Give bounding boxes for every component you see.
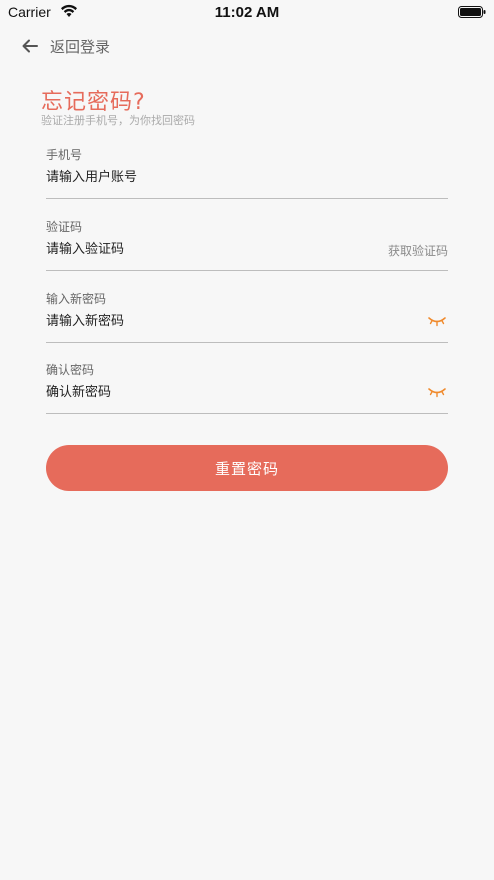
page-subtitle: 验证注册手机号，为你找回密码	[41, 114, 195, 127]
eye-closed-icon[interactable]	[428, 315, 446, 327]
get-code-button[interactable]: 获取验证码	[388, 242, 448, 259]
confirm-password-field: 确认密码	[46, 361, 448, 414]
arrow-left-icon	[22, 39, 38, 53]
new-password-label: 输入新密码	[46, 292, 107, 306]
status-bar: Carrier 11:02 AM	[0, 0, 494, 24]
new-password-field: 输入新密码	[46, 290, 448, 343]
confirm-password-input[interactable]	[46, 381, 366, 403]
phone-input[interactable]	[46, 166, 366, 188]
battery-icon	[458, 6, 486, 18]
status-time: 11:02 AM	[214, 4, 280, 21]
new-password-input[interactable]	[46, 310, 366, 332]
forgot-password-screen: Carrier 11:02 AM 返回登录 忘记密码? 验证注册手机号，为你找回…	[0, 0, 494, 880]
eye-closed-icon[interactable]	[428, 386, 446, 398]
reset-password-button[interactable]: 重置密码	[46, 445, 448, 491]
code-field: 验证码 获取验证码	[46, 218, 448, 271]
confirm-password-label: 确认密码	[46, 363, 95, 377]
phone-label: 手机号	[46, 148, 83, 162]
back-to-login-button[interactable]: 返回登录	[20, 34, 110, 58]
back-label: 返回登录	[50, 37, 111, 56]
code-input[interactable]	[46, 238, 366, 260]
phone-field: 手机号	[46, 146, 448, 199]
code-label: 验证码	[46, 220, 83, 234]
